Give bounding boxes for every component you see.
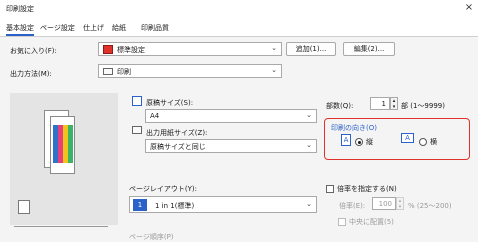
page-layout-label: ページレイアウト(Y): — [129, 185, 197, 193]
tab-basic[interactable]: 基本設定 — [6, 22, 34, 36]
original-size-label: 原稿サイズ(S): — [146, 99, 194, 107]
preview-mode-icons — [14, 226, 108, 236]
copies-range: 部 (1〜9999) — [401, 102, 445, 110]
window-title: 印刷設定 — [6, 5, 34, 13]
favorite-icon — [103, 45, 113, 54]
favorites-value: 標準設定 — [117, 46, 145, 54]
edit-favorite-button[interactable]: 編集(2)... — [343, 42, 395, 56]
printer-icon — [103, 68, 113, 75]
page-layout-select[interactable]: 1 1 in 1(標準) ⌄ — [129, 196, 317, 213]
chevron-down-icon: ⌄ — [271, 44, 277, 52]
portrait-radio[interactable] — [355, 138, 363, 146]
portrait-icon: A — [341, 134, 351, 146]
output-size-icon — [132, 126, 142, 134]
add-favorite-button[interactable]: 追加(1)... — [286, 42, 336, 56]
ratio-value: 100 — [378, 200, 392, 208]
orientation-label: 印刷の向き(O) — [331, 124, 377, 132]
page-layout-value: 1 in 1(標準) — [155, 202, 195, 210]
output-method-value: 印刷 — [117, 68, 131, 76]
output-size-select[interactable]: 原稿サイズと同じ ⌄ — [145, 139, 317, 153]
landscape-radio[interactable] — [419, 138, 427, 146]
ratio-input[interactable]: 100 — [372, 197, 396, 210]
scaling-label: 倍率を指定する(N) — [337, 185, 397, 193]
tab-finishing[interactable]: 仕上げ — [83, 22, 104, 36]
center-label: 中央に配置(5) — [349, 218, 394, 226]
page-order-label: ページ順序(P) — [129, 233, 174, 241]
tab-paper-source[interactable]: 給紙 — [112, 22, 126, 36]
original-size-select[interactable]: A4 ⌄ — [145, 109, 317, 123]
layout-icon: 1 — [133, 199, 147, 211]
output-method-select[interactable]: 印刷 ⌄ — [98, 64, 282, 78]
ratio-range: % (25〜200) — [408, 202, 452, 210]
center-checkbox[interactable] — [338, 218, 346, 226]
output-size-value: 原稿サイズと同じ — [150, 143, 206, 151]
tab-bar: 基本設定 ページ設定 仕上げ 給紙 印刷品質 — [0, 22, 478, 36]
portrait-label: 縦 — [366, 138, 373, 146]
title-bar: 印刷設定 × — [0, 0, 478, 17]
ratio-spinner[interactable]: ▴ ▾ — [396, 197, 404, 210]
ratio-label: 倍率(E): — [339, 202, 366, 210]
landscape-icon: A — [401, 133, 414, 143]
chevron-down-icon: ⌄ — [306, 111, 312, 119]
chevron-down-icon: ⌄ — [271, 66, 277, 74]
chevron-down-icon: ⌄ — [306, 200, 312, 208]
copies-value: 1 — [381, 100, 386, 108]
scaling-checkbox[interactable] — [326, 185, 334, 193]
close-icon[interactable]: × — [463, 2, 475, 14]
landscape-label: 横 — [430, 138, 437, 146]
preview-page — [50, 116, 75, 174]
favorites-select[interactable]: 標準設定 ⌄ — [98, 42, 282, 56]
tab-print-quality[interactable]: 印刷品質 — [141, 22, 169, 36]
original-size-icon — [132, 96, 142, 106]
copy-stack-icon — [18, 200, 30, 214]
chevron-down-icon: ⌄ — [306, 141, 312, 149]
copies-label: 部数(Q): — [326, 102, 354, 110]
output-size-label: 出力用紙サイズ(Z): — [146, 129, 208, 137]
output-method-label: 出力方法(M): — [10, 70, 52, 78]
tab-page-setup[interactable]: ページ設定 — [40, 22, 75, 36]
original-size-value: A4 — [150, 112, 160, 120]
favorites-label: お気に入り(F): — [10, 47, 57, 55]
copies-input[interactable]: 1 — [370, 97, 390, 110]
copies-spinner[interactable]: ▴ ▾ — [390, 97, 398, 110]
